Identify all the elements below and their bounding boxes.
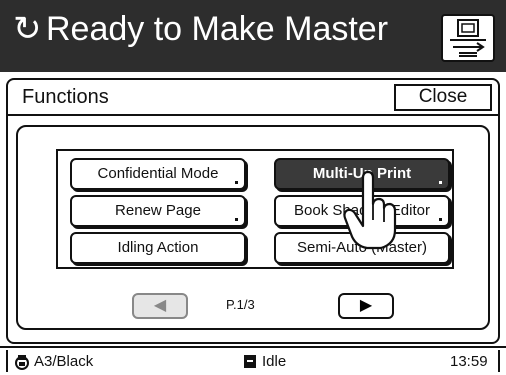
button-label: Confidential Mode xyxy=(97,165,219,182)
functions-panel: Functions Close Confidential Mode Multi-… xyxy=(6,78,500,344)
machine-state-text: Idle xyxy=(262,353,287,370)
circular-arrow-icon: ↻ xyxy=(13,10,42,48)
renew-page-button[interactable]: Renew Page xyxy=(70,195,246,227)
clock: 13:59 xyxy=(450,353,488,370)
divider xyxy=(498,350,500,372)
page-title: Ready to Make Master xyxy=(46,10,389,48)
master-print-switch-icon xyxy=(450,19,486,57)
machine-state-icon xyxy=(244,355,256,368)
divider xyxy=(6,350,8,372)
button-label: Renew Page xyxy=(115,202,201,219)
paper-ink-info: A3/Black xyxy=(34,353,94,370)
idling-action-button[interactable]: Idling Action xyxy=(70,232,246,264)
next-page-button[interactable]: ▶ xyxy=(338,293,394,319)
master-print-switch-button[interactable] xyxy=(441,14,495,62)
submenu-indicator-icon xyxy=(235,181,238,184)
submenu-indicator-icon xyxy=(439,218,442,221)
right-triangle-icon: ▶ xyxy=(359,297,373,314)
submenu-indicator-icon xyxy=(439,181,442,184)
page-indicator: P.1/3 xyxy=(226,297,255,312)
pointing-hand-icon xyxy=(343,170,397,250)
left-triangle-icon: ◀ xyxy=(153,297,167,314)
top-bar: ↻ Ready to Make Master xyxy=(0,0,506,72)
status-bar: A3/Black Idle 13:59 xyxy=(0,346,506,375)
submenu-indicator-icon xyxy=(235,218,238,221)
previous-page-button[interactable]: ◀ xyxy=(132,293,188,319)
close-button[interactable]: Close xyxy=(394,84,492,111)
confidential-mode-button[interactable]: Confidential Mode xyxy=(70,158,246,190)
printer-icon xyxy=(15,355,29,370)
functions-area: Confidential Mode Multi-Up Print Renew P… xyxy=(16,125,490,330)
button-label: Idling Action xyxy=(117,239,199,256)
panel-header: Functions Close xyxy=(8,80,498,116)
panel-title: Functions xyxy=(22,86,109,108)
